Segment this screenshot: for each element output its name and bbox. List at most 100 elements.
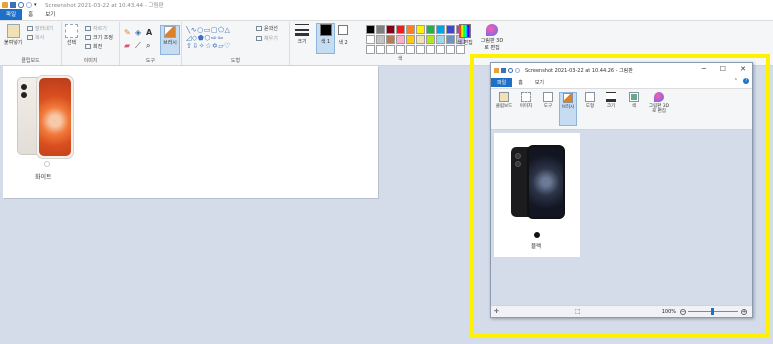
palette-swatch[interactable] <box>436 35 445 44</box>
color1-swatch <box>319 24 332 36</box>
zoom-out-button[interactable]: − <box>680 308 686 315</box>
color1-button[interactable]: 색 1 <box>316 23 335 54</box>
colors-button[interactable]: 색 <box>625 92 643 109</box>
shape-oval-icon[interactable]: ○ <box>197 26 204 34</box>
palette-swatch[interactable] <box>446 25 455 34</box>
palette-swatch[interactable] <box>396 45 405 54</box>
palette-swatch[interactable] <box>406 45 415 54</box>
fill-tool[interactable]: ◈ <box>135 28 141 37</box>
undo-icon[interactable] <box>18 2 24 8</box>
drawing-canvas[interactable]: 화이트 <box>3 66 378 198</box>
shape-rectangle-icon[interactable]: ▭ <box>204 26 211 34</box>
zoom-in-button[interactable]: + <box>741 308 747 315</box>
palette-swatch[interactable] <box>416 35 425 44</box>
palette-swatch[interactable] <box>366 35 375 44</box>
shape-triangle-icon[interactable]: △ <box>225 26 231 34</box>
palette-swatch[interactable] <box>366 25 375 34</box>
palette-swatch[interactable] <box>376 45 385 54</box>
palette-swatch[interactable] <box>406 35 415 44</box>
maximize-button[interactable]: ☐ <box>720 65 726 73</box>
image-button[interactable]: 이미지 <box>517 92 535 109</box>
eraser-tool[interactable]: ▰ <box>124 41 130 50</box>
brush-button[interactable]: 브러시 <box>160 25 180 55</box>
save-icon[interactable] <box>10 2 16 8</box>
copy-icon <box>27 35 33 40</box>
tab-home[interactable]: 홈 <box>512 78 529 87</box>
shape-polygon-icon[interactable]: ⬠ <box>218 26 225 34</box>
brush-button[interactable]: 브러시 <box>559 92 577 126</box>
close-button[interactable]: ✕ <box>740 65 746 73</box>
palette-swatch[interactable] <box>396 35 405 44</box>
zoom-slider-thumb[interactable] <box>711 308 714 315</box>
outline-icon <box>256 26 262 31</box>
rotate-icon <box>85 44 91 49</box>
copy-button[interactable]: 복사 <box>27 34 44 41</box>
paint3d-button[interactable]: 그림판 3D로 편집 <box>647 92 671 114</box>
outline-label: 윤곽선 <box>264 26 278 32</box>
second-drawing-canvas[interactable]: 블랙 <box>494 133 580 257</box>
text-tool[interactable]: A <box>146 28 152 37</box>
pencil-tool[interactable]: ✎ <box>124 28 131 37</box>
paste-button[interactable]: 붙여넣기 <box>4 24 22 46</box>
quick-access-dropdown-icon[interactable]: ▾ <box>34 2 40 8</box>
palette-swatch[interactable] <box>446 45 455 54</box>
cut-button[interactable]: 잘라내기 <box>27 25 53 32</box>
tab-file[interactable]: 파일 <box>0 9 23 20</box>
select-button[interactable]: 선택 <box>65 24 78 46</box>
shape-hexagon-icon[interactable]: ⬡ <box>204 34 211 42</box>
size-button[interactable]: 크기 <box>295 24 309 45</box>
palette-swatch[interactable] <box>426 35 435 44</box>
resize-icon <box>85 35 91 40</box>
palette-swatch[interactable] <box>416 45 425 54</box>
palette-swatch[interactable] <box>366 45 375 54</box>
save-icon[interactable] <box>501 67 506 73</box>
palette-swatch[interactable] <box>386 35 395 44</box>
palette-swatch[interactable] <box>376 35 385 44</box>
palette-swatch[interactable] <box>436 25 445 34</box>
palette-swatch[interactable] <box>396 25 405 34</box>
shape-star5-icon[interactable]: ☆ <box>205 42 212 50</box>
palette-swatch[interactable] <box>386 25 395 34</box>
clipboard-button[interactable]: 클립보드 <box>495 92 513 109</box>
palette-swatch[interactable] <box>406 25 415 34</box>
shapes-button[interactable]: 도형 <box>581 92 599 109</box>
redo-icon[interactable] <box>26 2 32 8</box>
rotate-button[interactable]: 회전 <box>85 43 102 50</box>
collapse-ribbon-icon[interactable]: ⌃ <box>734 78 738 84</box>
undo-icon[interactable] <box>508 67 513 73</box>
color2-button[interactable]: 색 2 <box>338 25 348 46</box>
magnifier-tool[interactable]: ⌕ <box>146 41 150 51</box>
shapes-gallery[interactable]: ╲∿○▭▢⬠△ ◿◇⬟⬡⇨⇦ ⇧⇩✧☆✡▱♡ <box>186 26 250 52</box>
shapes-icon <box>585 92 595 102</box>
shape-rounded-rect-icon[interactable]: ▢ <box>211 26 218 34</box>
redo-icon[interactable] <box>515 67 520 73</box>
resize-button[interactable]: 크기 조정 <box>85 34 113 41</box>
crop-button[interactable]: 자르기 <box>85 25 107 32</box>
palette-swatch[interactable] <box>426 45 435 54</box>
help-icon[interactable]: ? <box>743 78 749 84</box>
shape-arrow-left-icon[interactable]: ⇦ <box>217 34 223 42</box>
paint3d-button[interactable]: 그림판 3D로 편집 <box>480 24 504 51</box>
tools-button[interactable]: 도구 <box>539 92 557 109</box>
palette-swatch[interactable] <box>386 45 395 54</box>
fill-shape-button[interactable]: 채우기 <box>256 35 278 42</box>
select-label: 선택 <box>66 40 77 46</box>
tab-view[interactable]: 보기 <box>529 78 550 87</box>
palette-swatch[interactable] <box>456 45 465 54</box>
palette-swatch[interactable] <box>446 35 455 44</box>
palette-swatch[interactable] <box>416 25 425 34</box>
second-window-title-bar: Screenshot 2021-03-22 at 10.44.26 - 그림판 … <box>491 63 752 77</box>
shape-heart-icon[interactable]: ♡ <box>224 42 231 50</box>
tab-home[interactable]: 홈 <box>22 9 39 20</box>
color-picker-tool[interactable]: ⟋ <box>135 41 141 51</box>
palette-swatch[interactable] <box>436 45 445 54</box>
edit-colors-button[interactable]: 색 편집 <box>457 24 473 46</box>
tab-view[interactable]: 보기 <box>39 9 61 20</box>
palette-swatch[interactable] <box>376 25 385 34</box>
outline-button[interactable]: 윤곽선 <box>256 25 278 32</box>
palette-swatch[interactable] <box>426 25 435 34</box>
tab-file[interactable]: 파일 <box>491 78 513 87</box>
minimize-button[interactable]: ─ <box>702 65 706 73</box>
paint3d-label: 그림판 3D로 편집 <box>480 38 504 51</box>
size-button[interactable]: 크기 <box>602 92 620 109</box>
